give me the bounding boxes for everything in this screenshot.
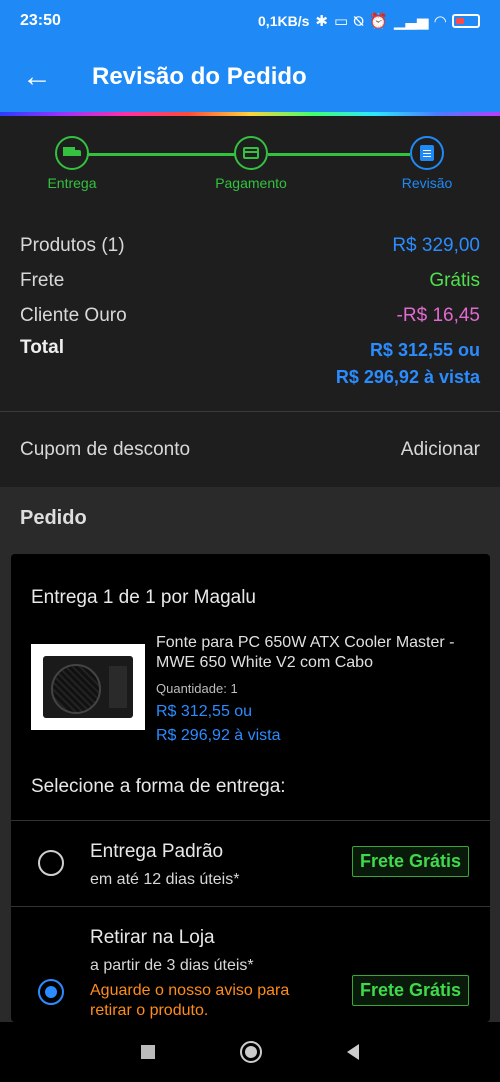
summary-gold-row: Cliente Ouro -R$ 16,45 <box>20 298 480 333</box>
option-subtitle: a partir de 3 dias úteis* <box>90 957 254 974</box>
power-supply-image <box>43 656 133 718</box>
option-title: Entrega Padrão <box>90 841 224 862</box>
order-card: Entrega 1 de 1 por Magalu Fonte para PC … <box>11 554 490 1022</box>
page-title: Revisão do Pedido <box>92 63 307 90</box>
add-coupon-button[interactable]: Adicionar <box>401 439 480 461</box>
gold-label: Cliente Ouro <box>20 304 127 326</box>
section-title: Pedido <box>0 487 500 550</box>
alarm-icon: ⏰ <box>369 13 388 30</box>
step-label: Pagamento <box>215 175 287 191</box>
system-nav-bar <box>0 1022 500 1082</box>
product-price: R$ 312,55 ou R$ 296,92 à vista <box>156 700 481 748</box>
product-info: Fonte para PC 650W ATX Cooler Master - M… <box>156 633 481 748</box>
products-label: Produtos (1) <box>20 234 125 256</box>
network-speed: 0,1KB/s <box>258 13 310 29</box>
order-summary: Produtos (1) R$ 329,00 Frete Grátis Clie… <box>0 210 500 412</box>
checkout-stepper: Entrega Pagamento Revisão <box>0 116 500 210</box>
product-price-cash: R$ 296,92 à vista <box>156 727 281 744</box>
wifi-icon: ◠ <box>434 13 446 30</box>
signal-icon: ▁▃▅ <box>393 13 429 30</box>
step-circle-pagamento <box>234 136 268 170</box>
product-image[interactable] <box>31 644 145 730</box>
gold-discount-value: -R$ 16,45 <box>396 304 480 326</box>
total-values: R$ 312,55 ou R$ 296,92 à vista <box>336 337 480 391</box>
status-time: 23:50 <box>20 12 61 29</box>
pickup-warning: Aguarde o nosso aviso para retirar o pro… <box>90 982 290 1019</box>
delivery-method-title: Selecione a forma de entrega: <box>31 776 286 797</box>
status-bar: 23:50 0,1KB/s ✱ ▭ ⍉ ⏰ ▁▃▅ ◠ <box>0 0 500 42</box>
step-circle-entrega <box>55 136 89 170</box>
product-name[interactable]: Fonte para PC 650W ATX Cooler Master - M… <box>156 633 481 673</box>
step-label: Entrega <box>47 175 97 191</box>
bluetooth-icon: ✱ <box>315 13 328 30</box>
summary-products-row: Produtos (1) R$ 329,00 <box>20 228 480 263</box>
option-divider <box>11 820 490 821</box>
step-revisao[interactable]: Revisão <box>367 136 487 191</box>
product-price-value: R$ 312,55 ou <box>156 703 253 720</box>
step-label: Revisão <box>401 175 453 191</box>
card-icon <box>243 147 259 159</box>
quantity-label: Quantidade: <box>156 681 227 696</box>
free-shipping-badge: Frete Grátis <box>351 975 469 1006</box>
products-value: R$ 329,00 <box>392 234 480 256</box>
radio-unselected[interactable] <box>38 850 64 876</box>
shipping-value: Grátis <box>429 269 480 291</box>
free-shipping-badge: Frete Grátis <box>351 846 469 877</box>
arrow-back-icon[interactable]: ← <box>22 62 72 92</box>
total-label: Total <box>20 337 64 358</box>
battery-icon <box>452 14 480 28</box>
step-pagamento[interactable]: Pagamento <box>191 136 311 191</box>
top-bar: 23:50 0,1KB/s ✱ ▭ ⍉ ⏰ ▁▃▅ ◠ ← Revisão do… <box>0 0 500 115</box>
product-quantity: Quantidade: 1 <box>156 681 481 696</box>
quantity-value: 1 <box>230 681 238 696</box>
status-icons: 0,1KB/s ✱ ▭ ⍉ ⏰ ▁▃▅ ◠ <box>258 12 480 30</box>
summary-shipping-row: Frete Grátis <box>20 263 480 298</box>
document-icon <box>420 145 434 161</box>
app-bar: ← Revisão do Pedido <box>0 42 500 112</box>
summary-total-row: Total R$ 312,55 ou R$ 296,92 à vista <box>20 337 480 391</box>
step-circle-revisao <box>410 136 444 170</box>
vibrate-icon: ▭ <box>333 13 349 30</box>
recents-icon[interactable] <box>141 1045 155 1059</box>
back-nav-icon[interactable] <box>347 1044 359 1060</box>
mute-icon: ⍉ <box>354 12 364 30</box>
option-divider <box>11 906 490 907</box>
truck-icon <box>63 146 81 160</box>
home-icon[interactable] <box>240 1041 262 1063</box>
delivery-card-title: Entrega 1 de 1 por Magalu <box>31 587 256 608</box>
radio-selected[interactable] <box>38 979 64 1005</box>
total-value: R$ 312,55 ou <box>369 340 480 360</box>
coupon-row[interactable]: Cupom de desconto Adicionar <box>0 412 500 487</box>
step-entrega[interactable]: Entrega <box>12 136 132 191</box>
option-subtitle: em até 12 dias úteis* <box>90 871 240 888</box>
shipping-label: Frete <box>20 269 65 291</box>
option-title: Retirar na Loja <box>90 927 215 948</box>
total-cash-value: R$ 296,92 à vista <box>335 367 480 387</box>
coupon-label: Cupom de desconto <box>20 438 191 460</box>
